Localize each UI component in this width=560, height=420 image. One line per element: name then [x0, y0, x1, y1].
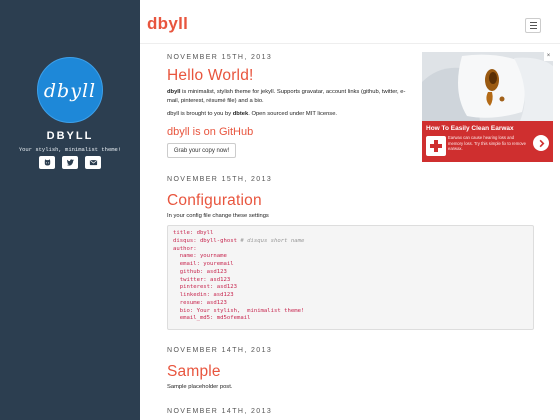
site-tagline: Your stylish, minimalist theme! [18, 146, 122, 153]
github-link[interactable] [39, 156, 55, 169]
post-date: NOVEMBER 14TH, 2013 [167, 347, 273, 354]
menu-toggle-button[interactable] [525, 18, 541, 33]
grab-copy-button[interactable]: Grab your copy now! [167, 143, 236, 158]
post-subheading: dbyll is on GitHub [167, 126, 254, 138]
post-paragraph: In your config file change these setting… [167, 213, 269, 219]
post-date: NOVEMBER 15TH, 2013 [167, 54, 273, 61]
brand-link[interactable]: dbyll [147, 14, 188, 34]
post-title-link[interactable]: Configuration [167, 192, 262, 210]
post-paragraph: Sample placeholder post. [167, 384, 233, 390]
post-title-link[interactable]: Hello World! [167, 67, 254, 85]
author-link[interactable]: dbtek [233, 111, 248, 117]
site-name: DBYLL [46, 130, 94, 142]
twitter-link[interactable] [62, 156, 78, 169]
ad-description: Earwax can cause hearing loss and memory… [448, 135, 526, 152]
site-logo[interactable]: dbyll [37, 57, 103, 123]
social-links [39, 156, 101, 169]
github-icon [44, 159, 50, 166]
code-comment: # disqus short name [237, 237, 305, 244]
ad-image[interactable]: × [422, 52, 553, 121]
chevron-right-icon [539, 139, 544, 147]
post-paragraph: dbyll is minimalist, stylish theme for j… [167, 89, 406, 104]
config-code-block: title: dbyll disqus: dbyll-ghost # disqus… [167, 225, 534, 330]
post-paragraph: dbyll is brought to you by dbtek. Open s… [167, 111, 338, 117]
email-link[interactable] [85, 156, 101, 169]
post-date: NOVEMBER 14TH, 2013 [167, 408, 273, 415]
post-date: NOVEMBER 15TH, 2013 [167, 176, 273, 183]
ad-title[interactable]: How To Easily Clean Earwax [426, 125, 514, 132]
logo-text: dbyll [43, 80, 97, 102]
ad-picture [422, 52, 553, 121]
sidebar: dbyll DBYLL Your stylish, minimalist the… [0, 0, 140, 420]
twitter-icon [66, 159, 74, 166]
advertisement[interactable]: × How To Easily Clean Earwax Earwax can … [422, 52, 553, 162]
ad-brand-logo [426, 136, 446, 156]
medical-cross-icon [430, 140, 442, 152]
email-icon [89, 160, 97, 166]
top-navbar: dbyll [140, 0, 560, 44]
post-title-link[interactable]: Sample [167, 363, 221, 381]
hamburger-icon [529, 22, 537, 24]
ad-caption[interactable]: How To Easily Clean Earwax Earwax can ca… [422, 121, 553, 162]
ad-arrow-button[interactable] [533, 135, 549, 151]
ad-close-button[interactable]: × [544, 52, 553, 61]
